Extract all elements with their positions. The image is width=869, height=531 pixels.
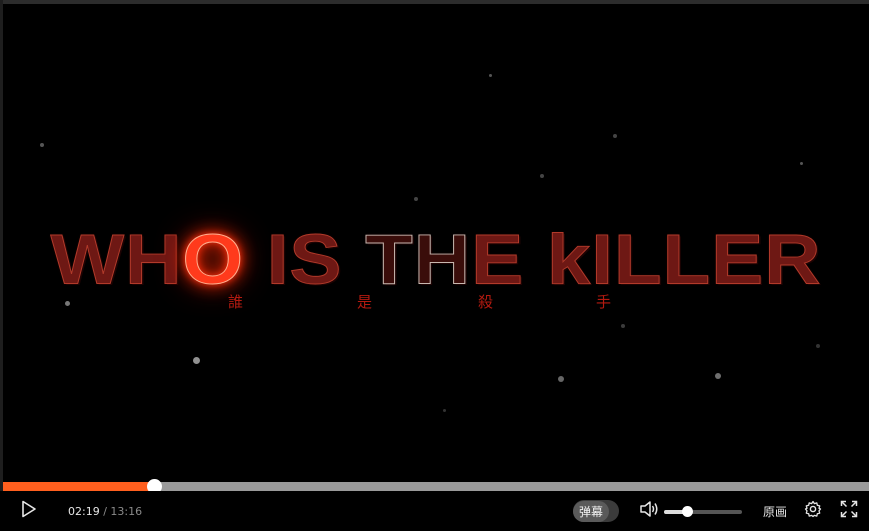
subtitle-char-4: 手: [596, 293, 612, 311]
progress-played: [3, 482, 155, 491]
particle: [621, 324, 625, 328]
current-time: 02:19: [68, 504, 100, 518]
title-part-th: TH: [365, 219, 472, 299]
danmaku-toggle[interactable]: 弹幕: [573, 491, 619, 531]
quality-button[interactable]: 原画: [763, 491, 787, 531]
video-player[interactable]: WHO IS THE kILLER 誰 是 殺 手 02:19 / 13:16 …: [0, 0, 869, 531]
particle: [540, 174, 544, 178]
particle: [816, 344, 820, 348]
settings-button[interactable]: [804, 491, 822, 531]
video-title-text: WHO IS THE kILLER: [50, 219, 822, 299]
particle: [558, 376, 564, 382]
settings-gear-icon: [804, 500, 822, 522]
subtitle-char-1: 誰: [228, 293, 244, 311]
fullscreen-button[interactable]: [840, 491, 858, 531]
subtitle-char-2: 是: [357, 293, 373, 311]
particle: [193, 357, 200, 364]
particle: [489, 74, 492, 77]
particle: [443, 409, 446, 412]
video-frame[interactable]: WHO IS THE kILLER 誰 是 殺 手: [3, 4, 869, 482]
quality-label: 原画: [763, 504, 788, 519]
particle: [800, 162, 803, 165]
volume-button[interactable]: [639, 491, 659, 531]
title-part-wh: WH: [50, 219, 183, 299]
particle: [715, 373, 721, 379]
video-subtitle: 誰 是 殺 手: [3, 291, 869, 315]
control-bar: 02:19 / 13:16 弹幕 原画: [0, 491, 869, 531]
volume-handle[interactable]: [682, 506, 694, 517]
time-display: 02:19 / 13:16: [68, 491, 142, 531]
volume-slider[interactable]: [664, 506, 742, 517]
play-icon: [21, 500, 37, 522]
particle: [414, 197, 418, 201]
time-separator: /: [99, 504, 111, 518]
play-button[interactable]: [21, 491, 41, 531]
subtitle-char-3: 殺: [478, 293, 494, 311]
title-glowing-o: O: [182, 219, 245, 299]
duration: 13:16: [110, 504, 143, 518]
volume-icon: [639, 500, 659, 522]
danmaku-label: 弹幕: [573, 500, 610, 522]
particle: [613, 134, 617, 138]
particle: [40, 143, 44, 147]
progress-bar[interactable]: [3, 479, 869, 494]
fullscreen-icon: [840, 500, 858, 522]
